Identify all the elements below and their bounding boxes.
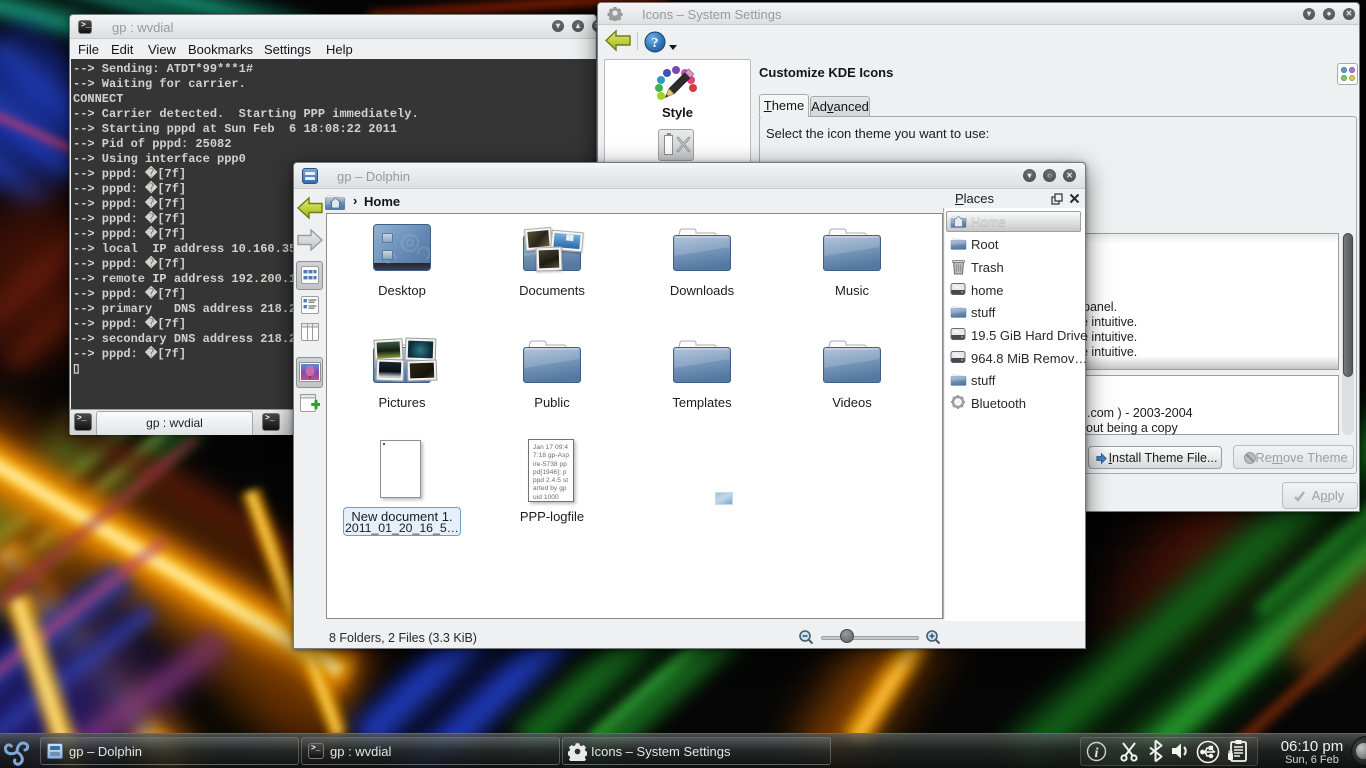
svg-text:?: ? [652, 36, 659, 51]
svg-text:i: i [1095, 746, 1099, 761]
